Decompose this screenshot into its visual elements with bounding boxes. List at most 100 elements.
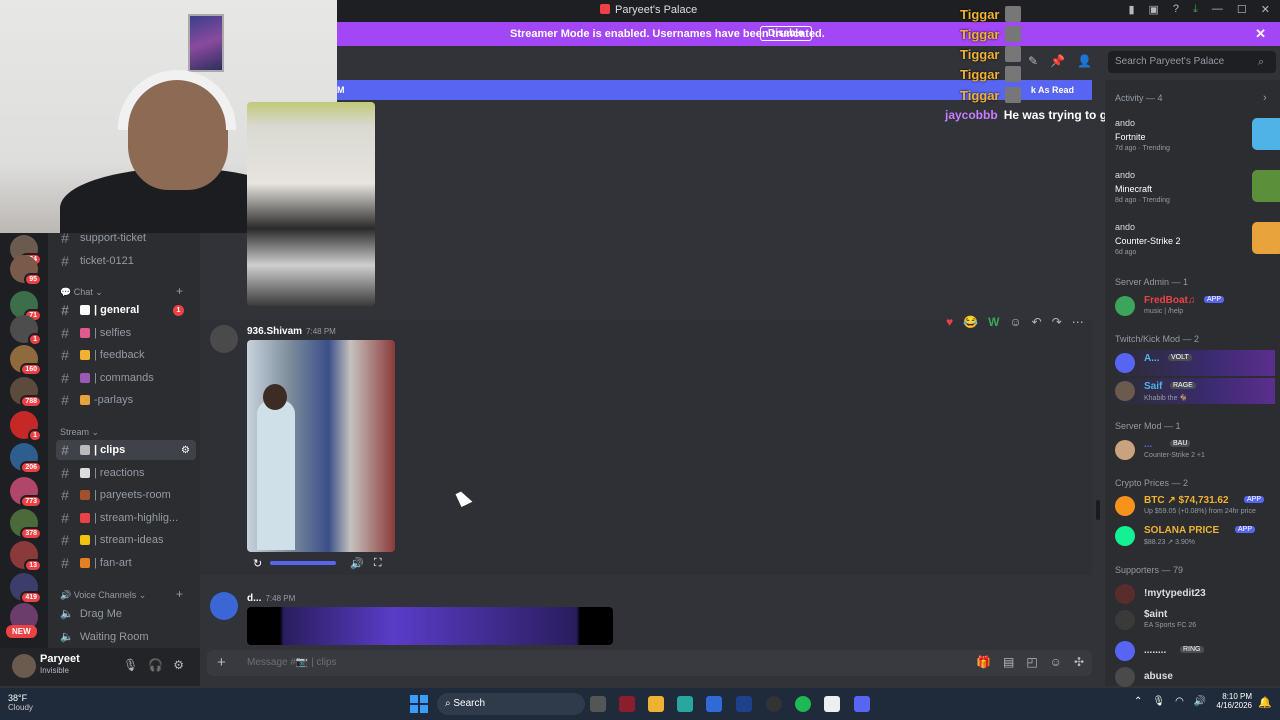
inbox-icon[interactable]: ▮: [1128, 3, 1134, 16]
activity-game[interactable]: Minecraft: [1115, 184, 1152, 194]
gif-icon[interactable]: ▤: [1003, 655, 1014, 669]
gift-icon[interactable]: 🎁: [976, 655, 991, 669]
edge-browser-icon[interactable]: [677, 696, 693, 712]
windows-start-icon[interactable]: [410, 695, 428, 713]
minimize-icon[interactable]: —: [1212, 3, 1223, 16]
attach-plus-icon[interactable]: +: [217, 654, 226, 671]
volume-icon[interactable]: 🔊: [350, 557, 364, 570]
message-author[interactable]: d... 7:48 PM: [247, 593, 295, 604]
member-row[interactable]: $aint EA Sports FC 26: [1115, 608, 1275, 632]
server-icon[interactable]: 1: [10, 411, 42, 442]
server-icon[interactable]: 206: [10, 443, 42, 474]
app-icon[interactable]: [619, 696, 635, 712]
add-voice-channel-icon[interactable]: +: [176, 587, 183, 601]
threads-icon[interactable]: ✎: [1028, 54, 1038, 68]
category-voice[interactable]: 🔊 Voice Channels ⌄: [60, 590, 146, 601]
file-explorer-icon[interactable]: [648, 696, 664, 712]
spotify-icon[interactable]: [795, 696, 811, 712]
download-icon[interactable]: ⤓: [1193, 3, 1198, 16]
sticker-icon[interactable]: ◰: [1026, 655, 1037, 669]
more-options-icon[interactable]: ⋯: [1072, 315, 1084, 329]
channel-selfies[interactable]: # | selfies: [56, 323, 196, 343]
server-icon[interactable]: 419: [10, 573, 42, 604]
heart-reaction-icon[interactable]: ♥: [946, 315, 953, 329]
member-list-icon[interactable]: 👤: [1077, 54, 1092, 68]
message-author[interactable]: 936.Shivam 7:48 PM: [247, 326, 336, 337]
channel-commands[interactable]: # | commands: [56, 368, 196, 388]
settings-gear-icon[interactable]: ⚙: [173, 658, 184, 672]
category-stream[interactable]: Stream ⌄: [60, 427, 99, 438]
channel-support-ticket[interactable]: # support-ticket: [56, 228, 196, 248]
nba-icon[interactable]: [736, 696, 752, 712]
screen-icon[interactable]: ▣: [1149, 3, 1159, 16]
notification-bell-icon[interactable]: 🔔: [1258, 696, 1272, 709]
forward-icon[interactable]: ↷: [1052, 315, 1062, 329]
disable-streamer-mode-button[interactable]: Disable: [760, 26, 812, 41]
activity-game[interactable]: Fortnite: [1115, 132, 1146, 142]
fortnite-icon[interactable]: [1252, 118, 1280, 150]
notepad-icon[interactable]: [824, 696, 840, 712]
discord-icon[interactable]: [854, 696, 870, 712]
search-input[interactable]: Search Paryeet's Palace: [1108, 51, 1276, 73]
task-view-icon[interactable]: [590, 696, 606, 712]
apps-icon[interactable]: ✣: [1074, 655, 1084, 669]
image-attachment[interactable]: [247, 102, 375, 306]
channel-stream-ideas[interactable]: # | stream-ideas: [56, 530, 196, 550]
activity-game[interactable]: Counter-Strike 2: [1115, 236, 1181, 246]
member-row[interactable]: ... BAU Counter-Strike 2 +1: [1115, 438, 1275, 462]
new-badge[interactable]: NEW: [6, 625, 37, 638]
channel-fan-art[interactable]: # | fan-art: [56, 553, 196, 573]
fullscreen-icon[interactable]: ⛶: [374, 557, 382, 570]
voice-channel-waiting-room[interactable]: 🔈 Waiting Room: [60, 630, 148, 643]
member-row[interactable]: abuse: [1115, 667, 1275, 687]
channel-ticket[interactable]: # ticket-0121: [56, 251, 196, 271]
counter-strike-icon[interactable]: [1252, 222, 1280, 254]
member-row[interactable]: FredBoat♫ APP music | /help: [1115, 294, 1275, 318]
avatar[interactable]: [210, 325, 238, 353]
channel-parlays[interactable]: # -parlays: [56, 390, 196, 410]
obs-icon[interactable]: [766, 696, 782, 712]
server-icon[interactable]: 95: [10, 255, 42, 286]
category-chat[interactable]: 💬 Chat ⌄: [60, 287, 103, 298]
help-icon[interactable]: ?: [1173, 3, 1179, 16]
server-icon[interactable]: 13: [10, 541, 42, 572]
channel-paryeets-room[interactable]: # | paryeets-room: [56, 485, 196, 505]
channel-settings-icon[interactable]: ⚙: [181, 445, 190, 456]
laughing-emoji-icon[interactable]: 😂: [963, 315, 978, 329]
message-input[interactable]: Message #📷 | clips: [247, 657, 337, 668]
voice-channel-drag-me[interactable]: 🔈 Drag Me: [60, 607, 122, 620]
member-row[interactable]: ........ RING: [1115, 640, 1275, 662]
channel-feedback[interactable]: # | feedback: [56, 345, 196, 365]
avatar[interactable]: [12, 654, 36, 678]
member-row[interactable]: Saif RAGE Khabib the 🐐: [1115, 380, 1275, 404]
headphones-icon[interactable]: 🎧: [148, 658, 163, 672]
store-icon[interactable]: [706, 696, 722, 712]
maximize-icon[interactable]: ☐: [1237, 3, 1247, 16]
video-progress-bar[interactable]: [270, 561, 337, 565]
channel-reactions[interactable]: # | reactions: [56, 463, 196, 483]
system-clock[interactable]: 8:10 PM 4/16/2026: [1208, 692, 1252, 710]
server-icon[interactable]: 788: [10, 377, 42, 408]
w-reaction[interactable]: W: [988, 315, 999, 329]
server-icon[interactable]: 378: [10, 509, 42, 540]
server-icon[interactable]: 1: [10, 315, 42, 346]
member-row[interactable]: A... VOLT: [1115, 352, 1275, 374]
server-icon[interactable]: 773: [10, 477, 42, 508]
scrollbar-thumb[interactable]: [1096, 500, 1100, 520]
avatar[interactable]: [210, 592, 238, 620]
taskbar-search[interactable]: ⌕ Search: [437, 693, 585, 715]
add-channel-icon[interactable]: +: [176, 284, 183, 298]
microphone-tray-icon[interactable]: 🎙: [1152, 696, 1165, 707]
channel-clips[interactable]: # | clips ⚙: [56, 440, 196, 460]
mark-as-read-button[interactable]: k As Read: [1031, 85, 1074, 95]
window-close-icon[interactable]: ✕: [1261, 3, 1270, 16]
member-row[interactable]: SOLANA PRICE APP $88.23 ↗ 3.90%: [1115, 524, 1275, 548]
add-reaction-icon[interactable]: ☺: [1009, 315, 1021, 329]
weather-widget[interactable]: 38°F Cloudy: [8, 693, 33, 712]
video-attachment[interactable]: [247, 340, 395, 552]
member-row[interactable]: !mytypedit23: [1115, 583, 1275, 605]
chevron-up-icon[interactable]: ⌃: [1134, 696, 1142, 707]
microphone-icon[interactable]: 🎙: [123, 658, 138, 672]
chevron-right-icon[interactable]: ›: [1263, 92, 1267, 104]
wifi-icon[interactable]: ◠: [1175, 696, 1184, 707]
